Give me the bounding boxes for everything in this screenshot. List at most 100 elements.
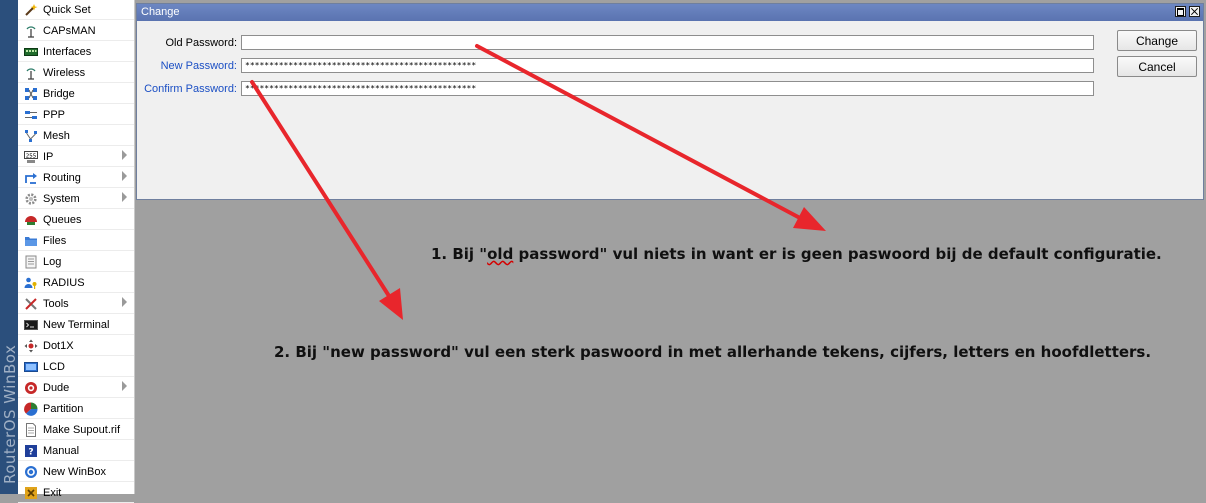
menu-item-label: Quick Set [43, 3, 91, 16]
maximize-icon[interactable] [1175, 6, 1186, 17]
partition-icon [24, 401, 38, 416]
menu-item-label: Dot1X [43, 339, 74, 352]
main-menu: Quick Set CAPsMAN Interfaces Wireless Br… [18, 0, 135, 503]
ppp-icon [24, 108, 38, 122]
change-button[interactable]: Change [1117, 30, 1197, 51]
queues-icon [24, 213, 38, 227]
routing-icon [24, 171, 38, 185]
menu-item-bridge[interactable]: Bridge [18, 84, 134, 104]
dot1x-icon [24, 339, 38, 353]
ip-icon: 255 [24, 150, 38, 164]
manual-icon: ? [24, 444, 38, 458]
window-title: Change [141, 6, 180, 18]
exit-icon [24, 486, 38, 500]
winbox-icon [24, 465, 38, 479]
menu-item-label: Log [43, 255, 62, 268]
submenu-arrow-icon [122, 150, 127, 160]
svg-text:?: ? [28, 447, 33, 457]
new-password-field[interactable]: ****************************************… [241, 58, 1094, 73]
confirm-password-field[interactable]: ****************************************… [241, 81, 1094, 96]
change-password-window: Change Old Password: New Password: *****… [136, 3, 1204, 200]
menu-item-quick-set[interactable]: Quick Set [18, 0, 134, 20]
annotation-note-2: 2. Bij "new password" vul een sterk pasw… [274, 343, 1152, 361]
menu-item-label: Tools [43, 297, 69, 310]
menu-item-dude[interactable]: Dude [18, 378, 134, 398]
menu-item-exit[interactable]: Exit [18, 483, 134, 503]
close-icon[interactable] [1189, 6, 1200, 17]
menu-item-label: Routing [43, 171, 81, 184]
menu-item-label: Partition [43, 402, 84, 415]
menu-item-partition[interactable]: Partition [18, 399, 134, 419]
log-icon [24, 255, 38, 269]
tools-icon [24, 297, 38, 311]
menu-item-new-winbox[interactable]: New WinBox [18, 462, 134, 482]
menu-item-label: Make Supout.rif [43, 423, 121, 436]
dude-icon [24, 381, 38, 395]
menu-item-capsman[interactable]: CAPsMAN [18, 21, 134, 41]
brand-strip: RouterOS WinBox [0, 0, 19, 494]
menu-item-label: Interfaces [43, 45, 92, 58]
annotation-note-1-prefix: 1. Bij " [431, 245, 488, 263]
menu-item-ppp[interactable]: PPP [18, 105, 134, 125]
menu-item-mesh[interactable]: Mesh [18, 126, 134, 146]
terminal-icon [24, 318, 38, 332]
menu-item-label: LCD [43, 360, 66, 373]
old-password-field[interactable] [241, 35, 1094, 50]
radius-icon [24, 276, 38, 290]
folder-icon [24, 234, 38, 248]
interfaces-icon [24, 45, 38, 59]
menu-item-label: Mesh [43, 129, 70, 142]
submenu-arrow-icon [122, 381, 127, 391]
menu-item-label: System [43, 192, 80, 205]
brand-text: RouterOS WinBox [1, 344, 19, 484]
menu-item-label: Manual [43, 444, 80, 457]
submenu-arrow-icon [122, 171, 127, 181]
lcd-icon [24, 360, 38, 374]
menu-item-interfaces[interactable]: Interfaces [18, 42, 134, 62]
menu-item-tools[interactable]: Tools [18, 294, 134, 314]
antenna-icon [24, 24, 38, 38]
new-password-label: New Password: [160, 60, 237, 72]
menu-item-make-supout[interactable]: Make Supout.rif [18, 420, 134, 440]
menu-item-label: PPP [43, 108, 66, 121]
gear-icon [24, 192, 38, 206]
bridge-icon [24, 87, 38, 101]
menu-item-label: RADIUS [43, 276, 85, 289]
svg-text:255: 255 [26, 153, 37, 159]
menu-item-manual[interactable]: ? Manual [18, 441, 134, 461]
annotation-note-1-spellcheck-word: old [487, 245, 514, 263]
mesh-icon [24, 129, 38, 143]
submenu-arrow-icon [122, 192, 127, 202]
document-icon [24, 422, 38, 437]
menu-item-label: Dude [43, 381, 70, 394]
menu-item-wireless[interactable]: Wireless [18, 63, 134, 83]
menu-item-label: Queues [43, 213, 82, 226]
menu-item-radius[interactable]: RADIUS [18, 273, 134, 293]
menu-item-routing[interactable]: Routing [18, 168, 134, 188]
annotation-note-1: 1. Bij "old password" vul niets in want … [431, 245, 1162, 263]
antenna-icon [24, 66, 38, 80]
annotation-note-1-suffix: password" vul niets in want er is geen p… [513, 245, 1162, 263]
menu-item-queues[interactable]: Queues [18, 210, 134, 230]
menu-item-log[interactable]: Log [18, 252, 134, 272]
menu-item-label: New Terminal [43, 318, 110, 331]
menu-item-ip[interactable]: 255 IP [18, 147, 134, 167]
menu-item-label: IP [43, 150, 54, 163]
submenu-arrow-icon [122, 297, 127, 307]
window-title-bar[interactable]: Change [137, 4, 1203, 21]
menu-item-label: Bridge [43, 87, 75, 100]
menu-item-label: New WinBox [43, 465, 106, 478]
menu-item-dot1x[interactable]: Dot1X [18, 336, 134, 356]
menu-item-label: CAPsMAN [43, 24, 96, 37]
confirm-password-label: Confirm Password: [144, 83, 237, 95]
menu-item-new-terminal[interactable]: New Terminal [18, 315, 134, 335]
menu-item-label: Exit [43, 486, 62, 499]
menu-item-label: Wireless [43, 66, 86, 79]
old-password-label: Old Password: [165, 37, 237, 49]
menu-item-system[interactable]: System [18, 189, 134, 209]
menu-item-files[interactable]: Files [18, 231, 134, 251]
cancel-button[interactable]: Cancel [1117, 56, 1197, 77]
menu-item-label: Files [43, 234, 67, 247]
wand-icon [24, 3, 38, 17]
menu-item-lcd[interactable]: LCD [18, 357, 134, 377]
